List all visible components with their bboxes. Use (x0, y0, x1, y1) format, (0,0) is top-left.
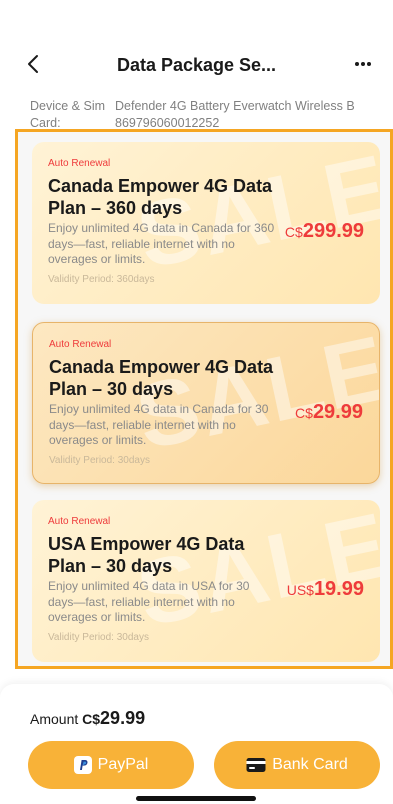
plan-name: USA Empower 4G Data Plan – 30 days (48, 534, 245, 576)
auto-renewal-badge: Auto Renewal (48, 158, 111, 169)
bank-card-label: Bank Card (272, 756, 348, 773)
amount-value: 29.99 (100, 708, 146, 728)
home-indicator (136, 796, 256, 801)
plan-validity: Validity Period: 30days (49, 455, 150, 466)
price-currency: US$ (286, 582, 314, 598)
plan-card-selected[interactable]: SALE Auto Renewal Canada Empower 4G Data… (32, 322, 380, 484)
page-title: Data Package Se... (116, 55, 277, 75)
nav-bar: Data Package Se... (0, 44, 393, 84)
amount-label: Amount (30, 711, 79, 727)
device-info: Device & Sim Defender 4G Battery Everwat… (30, 98, 375, 132)
paypal-label: PayPal (97, 756, 149, 773)
price-amount: 19.99 (313, 578, 364, 600)
bank-card-button[interactable]: Bank Card (214, 741, 380, 789)
device-label-line1: Device & Sim (30, 99, 106, 113)
price-currency: C$ (284, 224, 303, 240)
credit-card-icon (246, 757, 266, 773)
plan-list[interactable]: SALE Auto Renewal Canada Empower 4G Data… (15, 129, 393, 669)
device-name: Defender 4G Battery Everwatch Wireless B (115, 99, 355, 113)
plan-validity: Validity Period: 30days (48, 632, 149, 643)
plan-description: Enjoy unlimited 4G data in Canada for 36… (48, 221, 275, 266)
price-amount: 29.99 (312, 401, 363, 423)
auto-renewal-badge: Auto Renewal (49, 339, 112, 350)
plan-price: C$29.99 (295, 401, 363, 424)
payment-sheet: Amount C$29.99 PayPal Bank Card (0, 684, 393, 804)
paypal-icon (73, 756, 92, 774)
plan-price: C$299.99 (285, 220, 364, 243)
plan-name: Canada Empower 4G Data Plan – 360 days (48, 176, 273, 218)
plan-validity: Validity Period: 360days (48, 274, 155, 285)
price-currency: C$ (295, 405, 313, 421)
plan-description: Enjoy unlimited 4G data in USA for 30 da… (48, 579, 250, 624)
paypal-button[interactable]: PayPal (28, 741, 194, 789)
plan-price: US$19.99 (287, 578, 364, 601)
plan-name: Canada Empower 4G Data Plan – 30 days (49, 357, 274, 399)
plan-card[interactable]: SALE Auto Renewal USA Empower 4G Data Pl… (32, 500, 380, 662)
amount-currency: C$ (82, 711, 101, 727)
price-amount: 299.99 (302, 220, 364, 242)
plan-card[interactable]: SALE Auto Renewal Canada Empower 4G Data… (32, 142, 380, 304)
more-horizontal-icon[interactable] (351, 52, 375, 76)
plan-description: Enjoy unlimited 4G data in Canada for 30… (49, 402, 269, 447)
amount-summary: Amount C$29.99 (30, 708, 145, 729)
auto-renewal-badge: Auto Renewal (48, 516, 111, 527)
